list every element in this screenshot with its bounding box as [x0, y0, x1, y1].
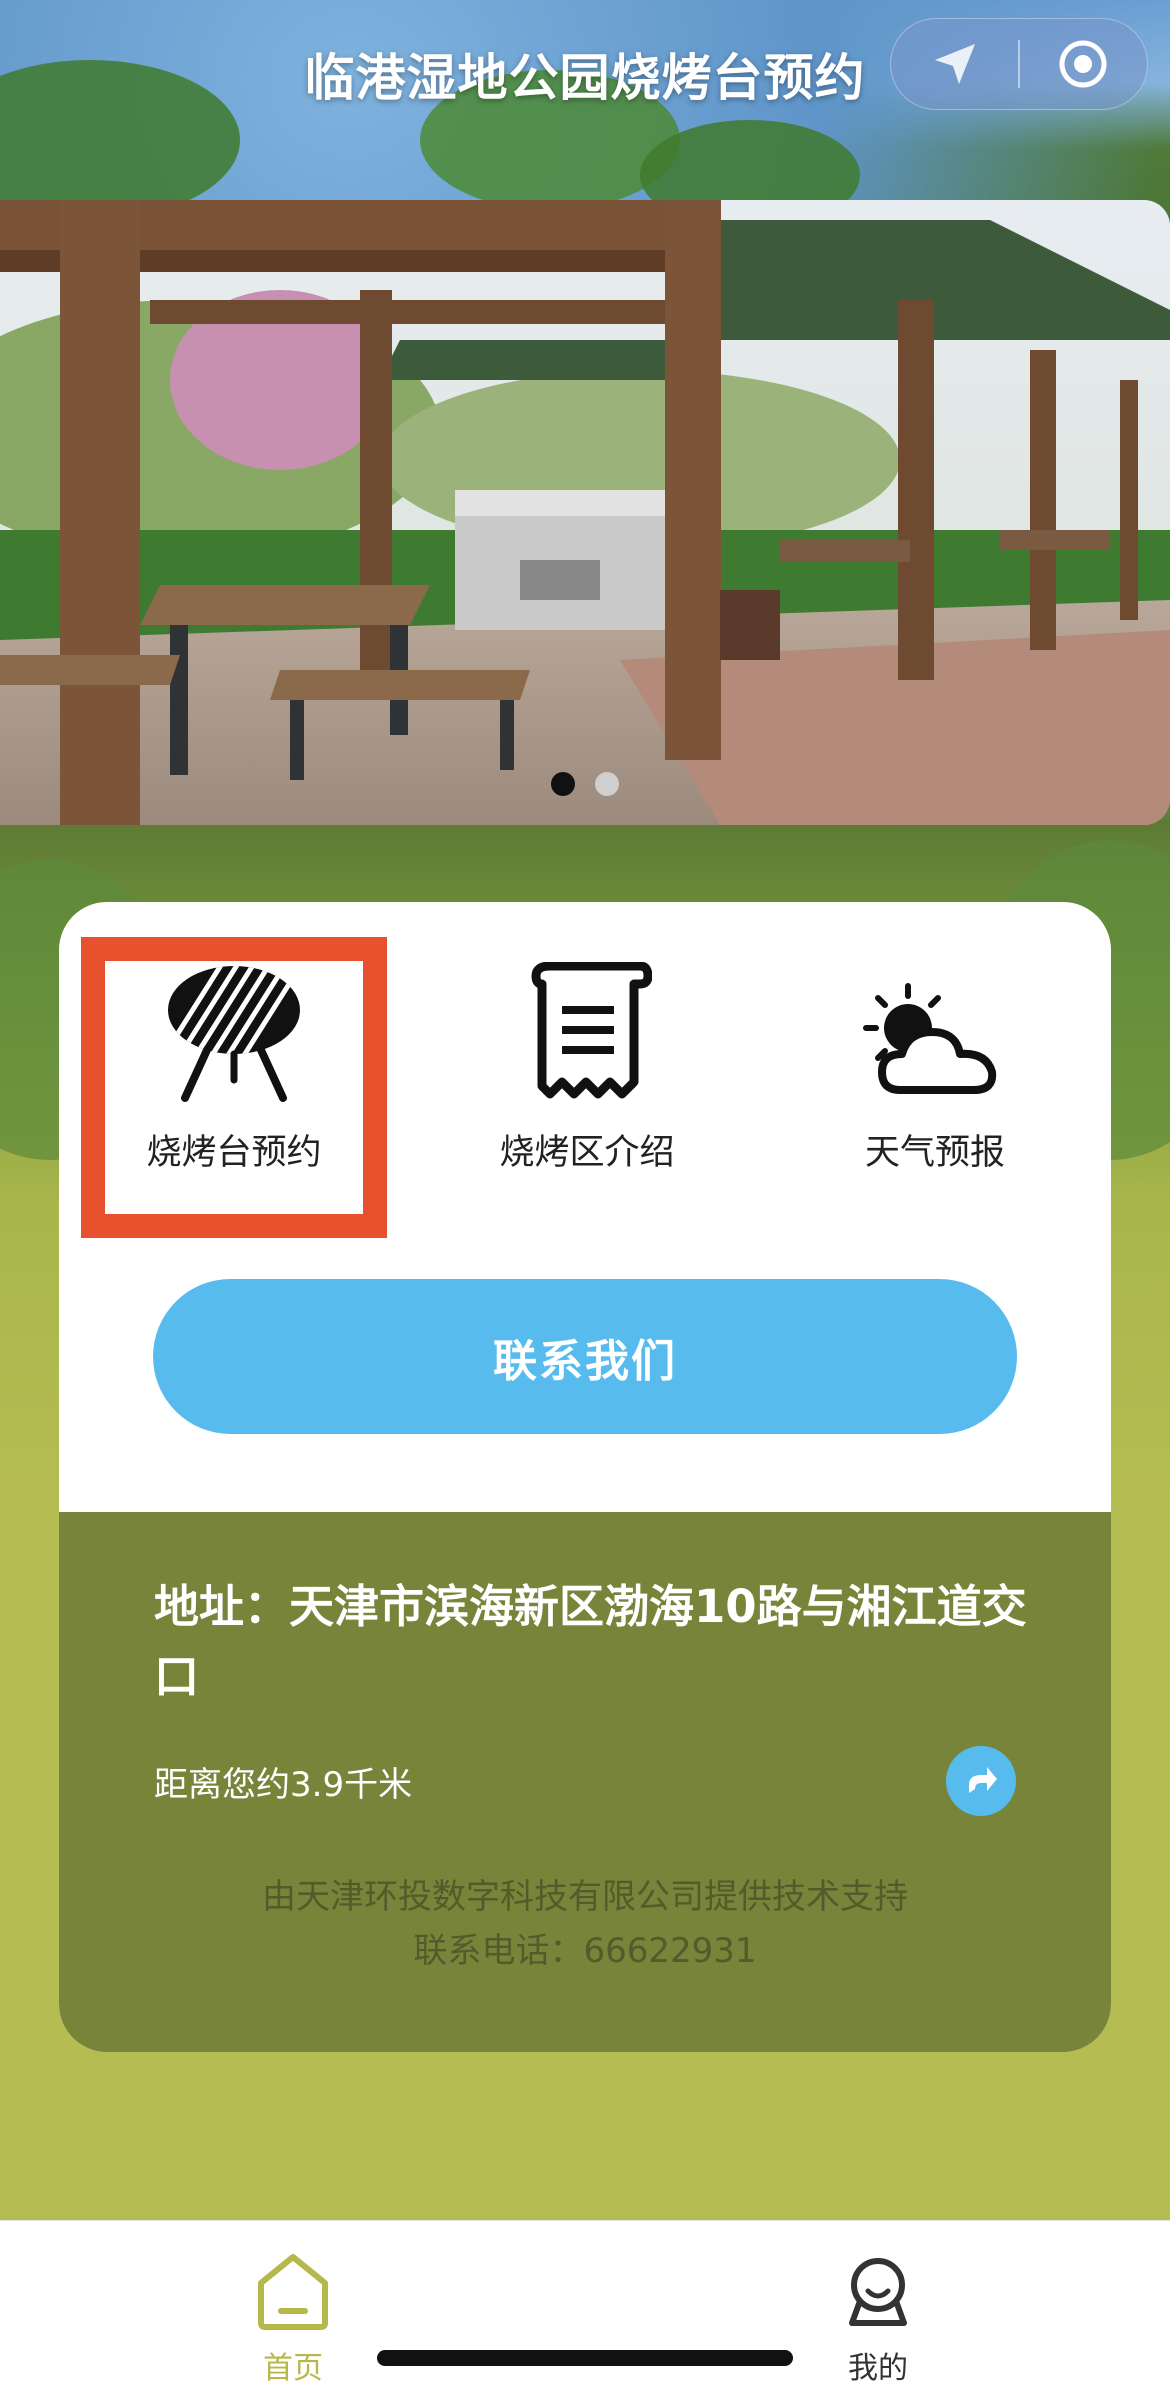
bbq-pavilion-photo	[0, 200, 1170, 825]
profile-icon	[849, 2258, 907, 2326]
feature-label: 烧烤区介绍	[499, 1133, 675, 1173]
tab-home[interactable]: 首页	[218, 2251, 368, 2387]
feature-bbq-intro[interactable]: 烧烤区介绍	[437, 952, 737, 1175]
tab-home-label: 首页	[263, 2351, 323, 2386]
carousel-dot-active[interactable]	[551, 772, 575, 796]
distance-text: 距离您约3.9千米	[154, 1765, 413, 1805]
selection-highlight-box	[81, 937, 387, 1238]
carousel-dot[interactable]	[595, 772, 619, 796]
feature-weather[interactable]: 天气预报	[785, 952, 1085, 1175]
tab-mine[interactable]: 我的	[803, 2251, 953, 2387]
feature-grid: 烧烤台预约 烧烤区介绍 天气预报	[59, 902, 1111, 1262]
mini-program-capsule	[890, 18, 1148, 110]
carousel-banner[interactable]	[0, 200, 1170, 825]
contact-phone-text: 联系电话：66622931	[413, 1931, 757, 1971]
carousel-indicators	[0, 772, 1170, 796]
share-arrow-icon[interactable]	[946, 1746, 1016, 1816]
home-indicator-bar	[377, 2350, 793, 2366]
contact-us-button[interactable]: 联系我们	[153, 1279, 1017, 1434]
sun-cloud-icon	[785, 952, 1085, 1102]
footer-credits: 由天津环投数字科技有限公司提供技术支持 联系电话：66622931	[0, 1870, 1170, 1978]
location-arrow-icon[interactable]	[891, 18, 1018, 110]
home-icon	[258, 2254, 328, 2330]
scroll-document-icon	[437, 952, 737, 1102]
tech-support-text: 由天津环投数字科技有限公司提供技术支持	[262, 1877, 908, 1917]
target-circle-icon[interactable]	[1020, 18, 1147, 110]
feature-label: 天气预报	[864, 1133, 1005, 1173]
tab-mine-label: 我的	[848, 2351, 908, 2386]
address-text: 地址：天津市滨海新区渤海10路与湘江道交口	[154, 1580, 1027, 1703]
